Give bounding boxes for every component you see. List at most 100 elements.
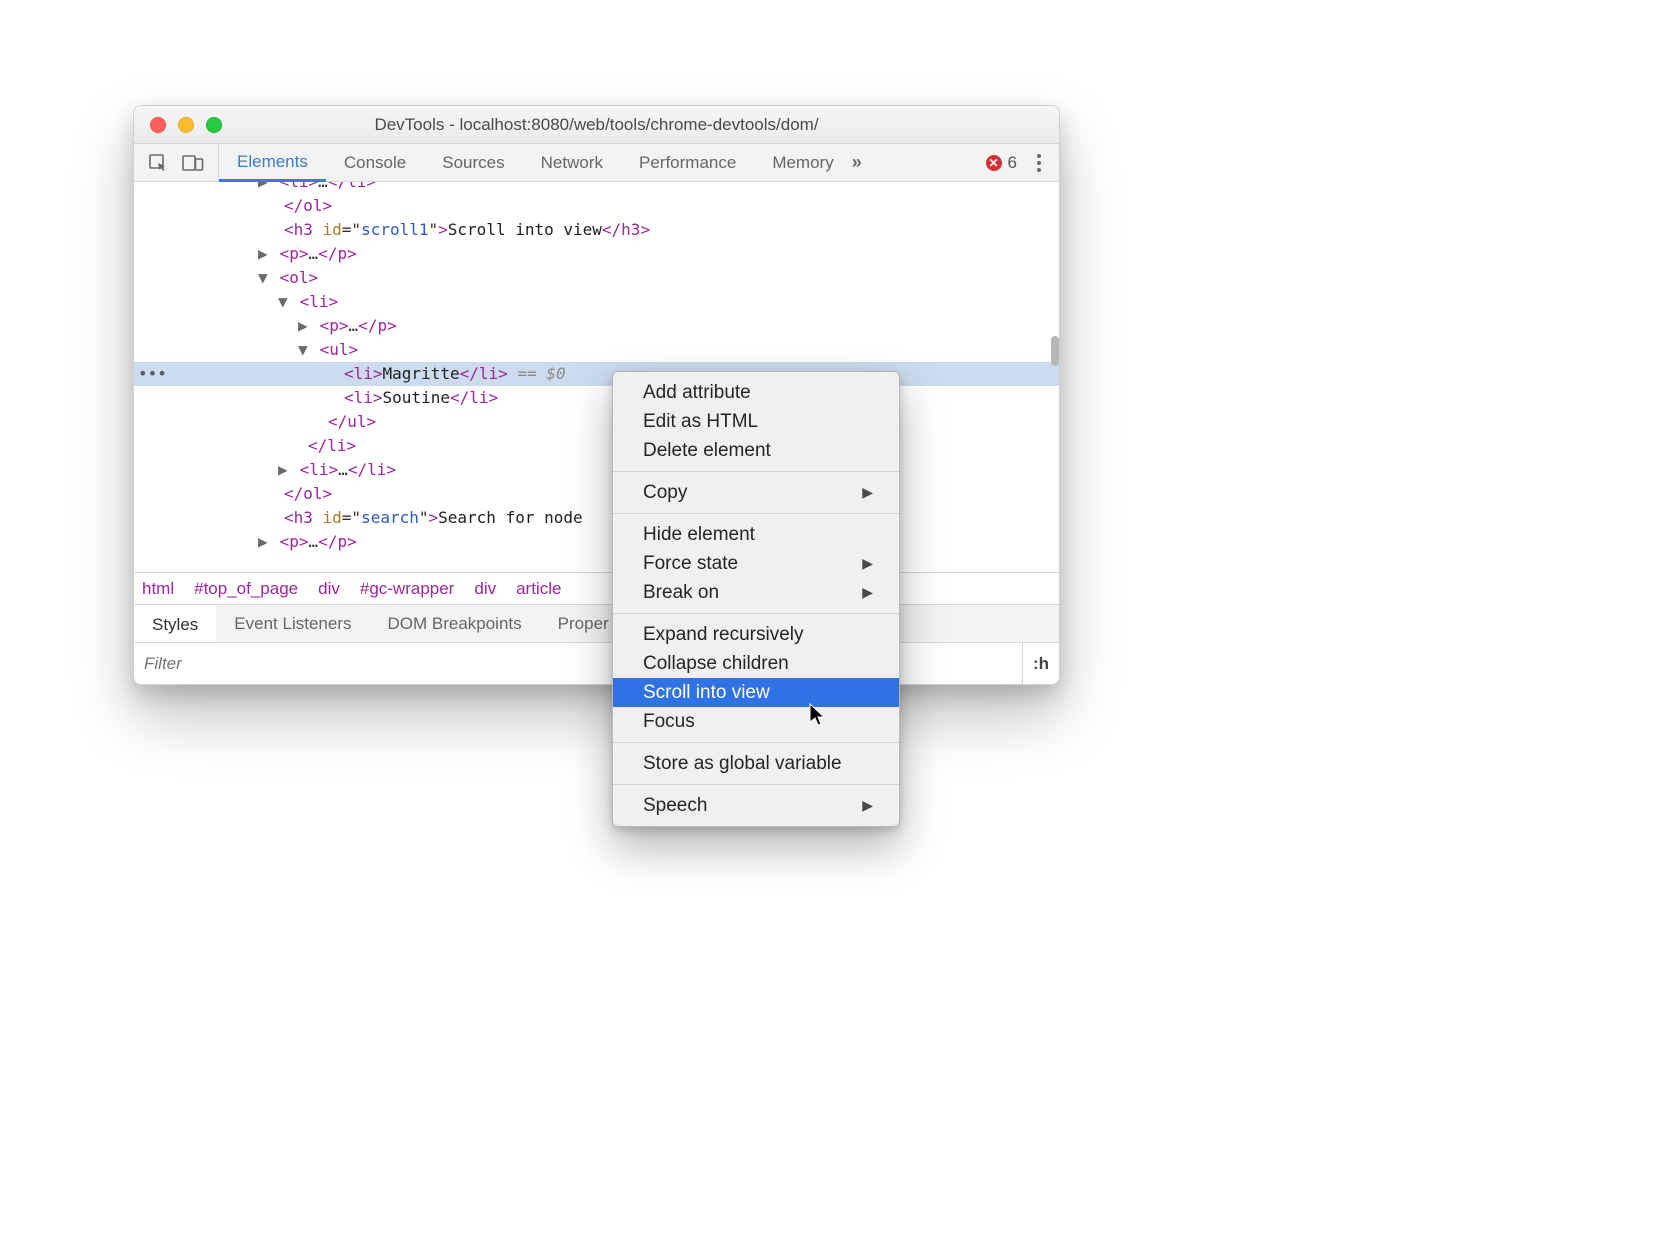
menu-item-label: Force state — [643, 553, 738, 575]
traffic-lights — [150, 117, 222, 133]
tab-network[interactable]: Network — [523, 144, 621, 181]
menu-item-add-attribute[interactable]: Add attribute — [613, 378, 899, 407]
main-toolbar: ElementsConsoleSourcesNetworkPerformance… — [134, 144, 1059, 182]
elements-panel: ▶ <li>…</li></ol><h3 id="scroll1">Scroll… — [134, 182, 1059, 572]
close-button[interactable] — [150, 117, 166, 133]
submenu-arrow-icon: ▶ — [862, 797, 873, 814]
dom-node[interactable]: ▶ <li>…</li> — [134, 458, 1059, 482]
disclosure-triangle-icon[interactable]: ▶ — [258, 530, 270, 554]
inspect-icon[interactable] — [148, 153, 168, 173]
disclosure-triangle-icon[interactable]: ▶ — [258, 242, 270, 266]
dom-node[interactable]: </ol> — [134, 482, 1059, 506]
error-icon: ✕ — [986, 155, 1002, 171]
disclosure-triangle-icon[interactable]: ▼ — [258, 266, 270, 290]
menu-item-label: Break on — [643, 582, 719, 604]
menu-item-label: Delete element — [643, 440, 771, 462]
dom-node[interactable]: <h3 id="scroll1">Scroll into view</h3> — [134, 218, 1059, 242]
menu-item-label: Expand recursively — [643, 624, 804, 646]
menu-item-label: Copy — [643, 482, 687, 504]
breadcrumb-item[interactable]: #gc-wrapper — [360, 579, 455, 599]
disclosure-triangle-icon[interactable]: ▼ — [298, 338, 310, 362]
menu-item-copy[interactable]: Copy ▶ — [613, 478, 899, 507]
devtools-window: DevTools - localhost:8080/web/tools/chro… — [133, 105, 1060, 685]
submenu-arrow-icon: ▶ — [862, 555, 873, 572]
menu-item-force-state[interactable]: Force state ▶ — [613, 549, 899, 578]
menu-separator — [613, 742, 899, 743]
window-title: DevTools - localhost:8080/web/tools/chro… — [134, 115, 1059, 135]
menu-item-label: Edit as HTML — [643, 411, 758, 433]
menu-item-focus[interactable]: Focus — [613, 707, 899, 736]
sidebar-tab-dom-breakpoints[interactable]: DOM Breakpoints — [369, 605, 539, 642]
dom-node[interactable]: <li>Soutine</li> — [134, 386, 1059, 410]
scrollbar-thumb[interactable] — [1051, 336, 1059, 366]
settings-menu-icon[interactable] — [1031, 148, 1047, 178]
device-toggle-icon[interactable] — [182, 153, 204, 173]
submenu-arrow-icon: ▶ — [862, 484, 873, 501]
more-tabs-icon[interactable]: » — [852, 152, 858, 173]
dom-node[interactable]: ▼ <ul> — [134, 338, 1059, 362]
disclosure-triangle-icon[interactable]: ▼ — [278, 290, 290, 314]
sidebar-tab-event-listeners[interactable]: Event Listeners — [216, 605, 369, 642]
menu-item-label: Add attribute — [643, 382, 751, 404]
error-count: 6 — [1008, 153, 1017, 173]
menu-item-scroll-into-view[interactable]: Scroll into view — [613, 678, 899, 707]
breadcrumb-item[interactable]: html — [142, 579, 174, 599]
sidebar-tab-styles[interactable]: Styles — [134, 605, 216, 642]
tab-sources[interactable]: Sources — [424, 144, 522, 181]
minimize-button[interactable] — [178, 117, 194, 133]
menu-item-label: Collapse children — [643, 653, 789, 675]
menu-separator — [613, 613, 899, 614]
dom-node[interactable]: ▶ <p>…</p> — [134, 314, 1059, 338]
dom-node[interactable]: </ol> — [134, 194, 1059, 218]
menu-item-delete-element[interactable]: Delete element — [613, 436, 899, 465]
menu-item-break-on[interactable]: Break on ▶ — [613, 578, 899, 607]
menu-separator — [613, 513, 899, 514]
menu-item-store-as-global-variable[interactable]: Store as global variable — [613, 749, 899, 778]
menu-item-expand-recursively[interactable]: Expand recursively — [613, 620, 899, 649]
breadcrumb-item[interactable]: div — [474, 579, 496, 599]
dom-node[interactable]: ▶ <li>…</li> — [134, 182, 1059, 194]
toolbar-right: ✕ 6 — [986, 148, 1059, 178]
breadcrumb-item[interactable]: #top_of_page — [194, 579, 298, 599]
menu-separator — [613, 471, 899, 472]
menu-item-label: Hide element — [643, 524, 755, 546]
submenu-arrow-icon: ▶ — [862, 584, 873, 601]
menu-item-label: Scroll into view — [643, 682, 770, 704]
menu-item-edit-as-html[interactable]: Edit as HTML — [613, 407, 899, 436]
toolbar-left — [134, 144, 219, 181]
menu-item-hide-element[interactable]: Hide element — [613, 520, 899, 549]
dom-node[interactable]: </ul> — [134, 410, 1059, 434]
menu-item-speech[interactable]: Speech ▶ — [613, 791, 899, 820]
menu-separator — [613, 784, 899, 785]
menu-item-collapse-children[interactable]: Collapse children — [613, 649, 899, 678]
dom-node[interactable]: ▼ <ol> — [134, 266, 1059, 290]
filter-bar: :h — [134, 642, 1059, 684]
breadcrumb-item[interactable]: article — [516, 579, 561, 599]
context-menu: Add attribute Edit as HTML Delete element C… — [612, 371, 900, 827]
breadcrumb: html #top_of_page div #gc-wrapper div article — [134, 572, 1059, 604]
error-badge[interactable]: ✕ 6 — [986, 153, 1017, 173]
menu-item-label: Store as global variable — [643, 753, 842, 775]
breadcrumb-item[interactable]: div — [318, 579, 340, 599]
dom-node[interactable]: ▶ <p>…</p> — [134, 530, 1059, 554]
menu-item-label: Speech — [643, 795, 707, 817]
tab-memory[interactable]: Memory — [754, 144, 851, 181]
dom-node[interactable]: </li> — [134, 434, 1059, 458]
dom-tree[interactable]: ▶ <li>…</li></ol><h3 id="scroll1">Scroll… — [134, 182, 1059, 572]
disclosure-triangle-icon[interactable]: ▶ — [278, 458, 290, 482]
disclosure-triangle-icon[interactable]: ▶ — [258, 182, 270, 194]
panel-tabs: ElementsConsoleSourcesNetworkPerformance… — [219, 144, 852, 181]
zoom-button[interactable] — [206, 117, 222, 133]
tab-console[interactable]: Console — [326, 144, 424, 181]
disclosure-triangle-icon[interactable]: ▶ — [298, 314, 310, 338]
dom-node[interactable]: ▶ <p>…</p> — [134, 242, 1059, 266]
sidebar-tabs: StylesEvent ListenersDOM BreakpointsProp… — [134, 604, 1059, 642]
dom-node-selected[interactable]: •••<li>Magritte</li> == $0 — [134, 362, 1059, 386]
menu-item-label: Focus — [643, 711, 695, 733]
titlebar: DevTools - localhost:8080/web/tools/chro… — [134, 106, 1059, 144]
toggle-hover-button[interactable]: :h — [1023, 654, 1059, 674]
tab-performance[interactable]: Performance — [621, 144, 754, 181]
tab-elements[interactable]: Elements — [219, 144, 326, 182]
dom-node[interactable]: <h3 id="search">Search for node — [134, 506, 1059, 530]
dom-node[interactable]: ▼ <li> — [134, 290, 1059, 314]
